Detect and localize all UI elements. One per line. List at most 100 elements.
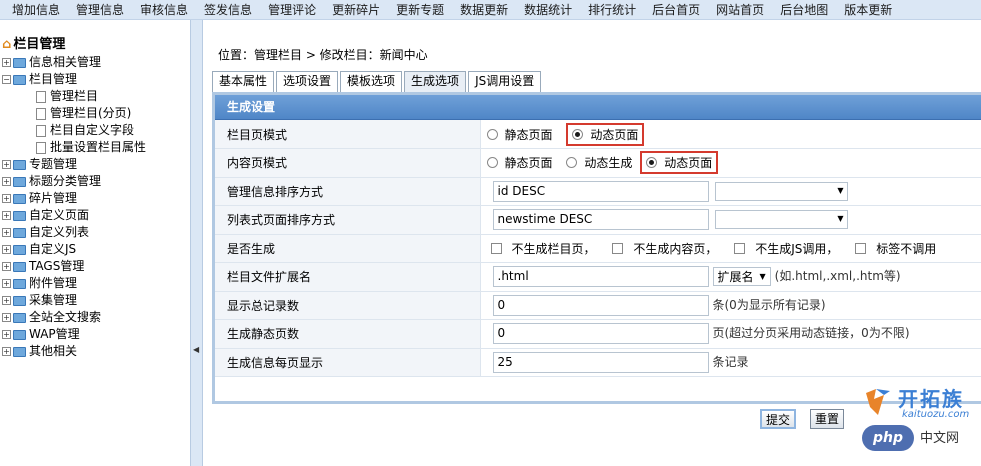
- radio-selected-icon[interactable]: [646, 157, 658, 169]
- expand-icon[interactable]: +: [2, 262, 11, 271]
- sidebar-item[interactable]: + 附件管理: [0, 275, 190, 292]
- checkbox-icon[interactable]: [855, 242, 867, 254]
- sidebar-item[interactable]: + 其他相关: [0, 343, 190, 360]
- checkbox-icon[interactable]: [490, 242, 502, 254]
- topnav-item[interactable]: 数据更新: [452, 1, 516, 18]
- sidebar-item[interactable]: 栏目自定义字段: [0, 122, 190, 139]
- expand-icon[interactable]: +: [2, 177, 11, 186]
- sidebar-item[interactable]: 批量设置栏目属性: [0, 139, 190, 156]
- radio-selected-icon[interactable]: [572, 128, 584, 140]
- checkbox-icon[interactable]: [734, 242, 746, 254]
- pages-input[interactable]: 0: [492, 323, 709, 345]
- tab-js[interactable]: JS调用设置: [468, 71, 542, 92]
- topnav-item[interactable]: 更新碎片: [324, 1, 388, 18]
- radio-icon[interactable]: [486, 157, 498, 169]
- expand-icon[interactable]: +: [2, 245, 11, 254]
- collapse-arrow-icon[interactable]: ◀: [193, 345, 199, 354]
- sidebar-item[interactable]: 管理栏目(分页): [0, 105, 190, 122]
- expand-icon[interactable]: +: [2, 313, 11, 322]
- sidebar-item[interactable]: + 信息相关管理: [0, 54, 190, 71]
- topnav-item[interactable]: 数据统计: [516, 1, 580, 18]
- sidebar-item[interactable]: 管理栏目: [0, 88, 190, 105]
- tab-options[interactable]: 选项设置: [276, 71, 339, 92]
- ext-input[interactable]: .html: [492, 266, 709, 288]
- row-label: 栏目文件扩展名: [215, 262, 481, 292]
- row-label: 列表式页面排序方式: [215, 205, 481, 235]
- submit-button[interactable]: 提交: [760, 409, 797, 429]
- list-sort-select[interactable]: ▼: [714, 210, 848, 230]
- expand-icon[interactable]: +: [2, 228, 11, 237]
- sidebar-item[interactable]: − 栏目管理: [0, 71, 190, 88]
- sidebar-item-label: 批量设置栏目属性: [50, 140, 147, 154]
- topnav-item[interactable]: 更新专题: [388, 1, 452, 18]
- sidebar-item[interactable]: + 碎片管理: [0, 190, 190, 207]
- expand-icon[interactable]: +: [2, 194, 11, 203]
- row-label: 栏目页模式: [215, 120, 481, 149]
- topnav-item[interactable]: 网站首页: [708, 1, 772, 18]
- sort-select[interactable]: ▼: [714, 181, 848, 201]
- dynamic-page-option[interactable]: 动态页面: [646, 154, 712, 171]
- radio-icon[interactable]: [566, 157, 578, 169]
- expand-icon[interactable]: +: [2, 279, 11, 288]
- sidebar-item[interactable]: + 采集管理: [0, 292, 190, 309]
- tab-basic[interactable]: 基本属性: [212, 71, 275, 92]
- expand-icon[interactable]: +: [2, 347, 11, 356]
- sidebar-item[interactable]: + TAGS管理: [0, 258, 190, 275]
- tab-template[interactable]: 模板选项: [340, 71, 403, 92]
- expand-icon[interactable]: +: [2, 296, 11, 305]
- expand-icon[interactable]: +: [2, 58, 11, 67]
- perpage-note: 条记录: [712, 354, 749, 369]
- dynamic-generate-option[interactable]: 动态生成: [566, 154, 632, 171]
- sidebar-item[interactable]: + 自定义JS: [0, 241, 190, 258]
- folder-icon: [13, 57, 26, 68]
- topnav-item[interactable]: 排行统计: [580, 1, 644, 18]
- settings-table: 栏目页模式 静态页面 动态页面 内容页模式 静态页面 动态生成 动态页面 管理信…: [215, 120, 981, 377]
- no-content-page-checkbox[interactable]: 不生成内容页，: [612, 240, 717, 257]
- sidebar-item[interactable]: + WAP管理: [0, 326, 190, 343]
- no-list-page-checkbox[interactable]: 不生成栏目页，: [490, 240, 596, 257]
- sidebar-item[interactable]: + 自定义页面: [0, 207, 190, 224]
- expand-icon[interactable]: +: [2, 160, 11, 169]
- sidebar-item[interactable]: + 专题管理: [0, 156, 190, 173]
- top-navigation: 增加信息 管理信息 审核信息 签发信息 管理评论 更新碎片 更新专题 数据更新 数据统计 排行统计…: [0, 0, 981, 20]
- topnav-item[interactable]: 审核信息: [132, 1, 196, 18]
- sidebar-item[interactable]: + 标题分类管理: [0, 173, 190, 190]
- reset-button[interactable]: 重置: [810, 409, 845, 429]
- radio-icon[interactable]: [486, 128, 498, 140]
- row-label: 显示总记录数: [215, 291, 481, 320]
- tab-generate[interactable]: 生成选项: [404, 71, 467, 92]
- topnav-item[interactable]: 后台地图: [772, 1, 836, 18]
- ext-note: (如.html,.xml,.htm等): [774, 269, 901, 284]
- sidebar-splitter[interactable]: ◀: [190, 20, 203, 466]
- sidebar-item-label: 自定义页面: [29, 208, 90, 222]
- static-page-option[interactable]: 静态页面: [486, 154, 553, 171]
- topnav-item[interactable]: 版本更新: [836, 1, 900, 18]
- option-label: 动态页面: [664, 156, 713, 171]
- sidebar-root[interactable]: ⌂ 栏目管理: [0, 36, 190, 54]
- sidebar-title: 栏目管理: [13, 37, 66, 52]
- topnav-item[interactable]: 签发信息: [196, 1, 260, 18]
- topnav-item[interactable]: 后台首页: [644, 1, 708, 18]
- collapse-icon[interactable]: −: [2, 75, 11, 84]
- topnav-item[interactable]: 增加信息: [4, 1, 68, 18]
- sidebar-item[interactable]: + 全站全文搜索: [0, 309, 190, 326]
- list-sort-input[interactable]: newstime DESC: [492, 209, 709, 231]
- topnav-item[interactable]: 管理评论: [260, 1, 324, 18]
- total-input[interactable]: 0: [492, 294, 709, 316]
- sidebar-item[interactable]: + 自定义列表: [0, 224, 190, 241]
- sidebar-item-label: 标题分类管理: [29, 174, 102, 188]
- perpage-input[interactable]: 25: [492, 351, 709, 373]
- ext-select[interactable]: 扩展名 ▼: [712, 267, 771, 287]
- checkbox-icon[interactable]: [612, 242, 624, 254]
- row-label: 是否生成: [215, 234, 481, 263]
- static-page-option[interactable]: 静态页面: [486, 126, 553, 143]
- dynamic-page-option[interactable]: 动态页面: [572, 126, 638, 143]
- expand-icon[interactable]: +: [2, 330, 11, 339]
- row-list-sort: 列表式页面排序方式 newstime DESC ▼: [215, 205, 981, 235]
- sort-input[interactable]: id DESC: [492, 180, 709, 202]
- no-tag-checkbox[interactable]: 标签不调用: [855, 240, 936, 257]
- no-js-checkbox[interactable]: 不生成JS调用，: [734, 240, 838, 257]
- sidebar-item-label: 其他相关: [29, 344, 78, 358]
- topnav-item[interactable]: 管理信息: [68, 1, 132, 18]
- expand-icon[interactable]: +: [2, 211, 11, 220]
